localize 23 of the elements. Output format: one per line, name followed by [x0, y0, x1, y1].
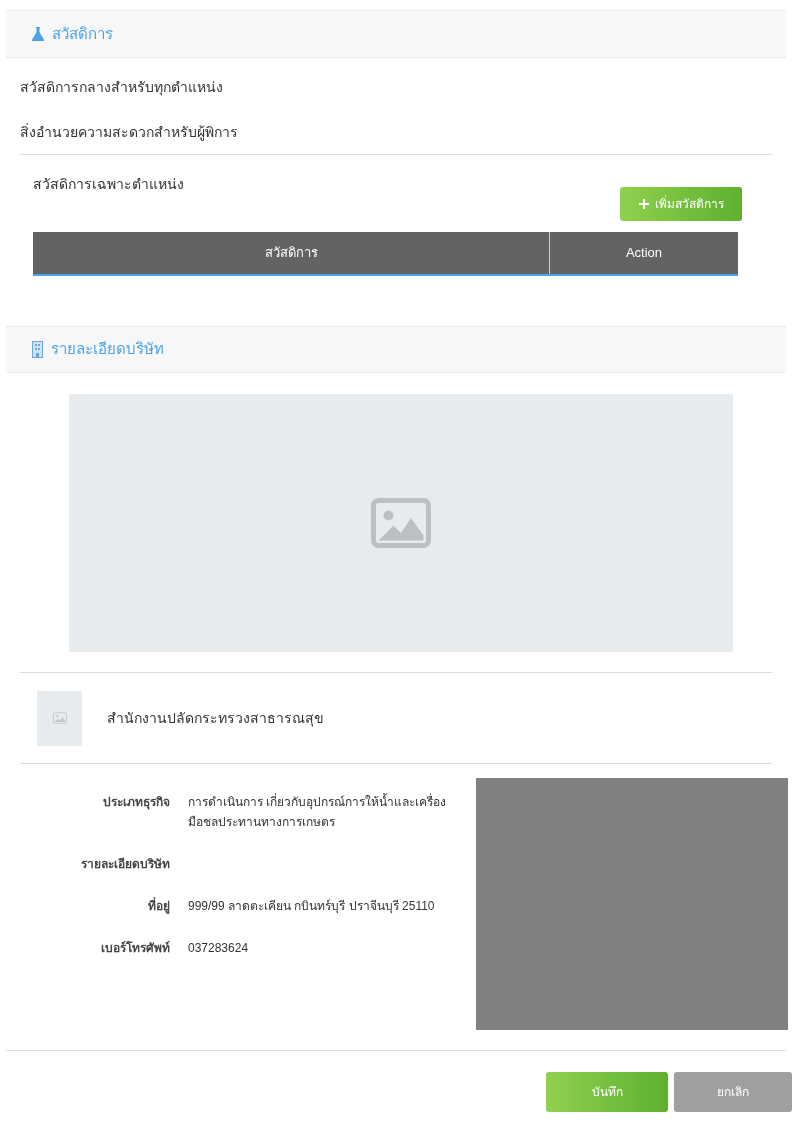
detail-value: การดำเนินการ เกี่ยวกับอุปกรณ์การให้น้ำและเครื่องมือชลประทานทางการเกษตร: [188, 792, 448, 831]
detail-value: 037283624: [188, 940, 250, 957]
section-title: รายละเอียดบริษัท: [51, 339, 164, 360]
benefit-item: สวัสดิการกลางสำหรับทุกตำแหน่ง: [20, 78, 224, 96]
detail-label: เบอร์โทรศัพท์: [100, 940, 170, 957]
building-icon: [32, 341, 43, 358]
cancel-button[interactable]: ยกเลิก: [674, 1072, 792, 1112]
plus-icon: [638, 199, 649, 209]
company-name: สำนักงานปลัดกระทรวงสาธารณสุข: [107, 708, 324, 729]
flask-icon: [32, 27, 44, 41]
detail-label: รายละเอียดบริษัท: [80, 856, 170, 873]
add-benefit-button[interactable]: เพิ่มสวัสดิการ: [620, 187, 742, 221]
image-icon: [371, 495, 431, 551]
detail-value: 999/99 ลาดตะเคียน กบินทร์บุรี ปราจีนบุรี 25110: [188, 898, 436, 916]
image-icon: [52, 712, 67, 724]
benefit-item: สิ่งอำนวยความสะดวกสำหรับผู้พิการ: [20, 123, 239, 141]
section-title: สวัสดิการ: [52, 23, 113, 44]
detail-label: ประเภทธุรกิจ: [102, 794, 170, 812]
detail-label: ที่อยู่: [147, 896, 170, 916]
column-header: สวัสดิการ: [33, 232, 550, 274]
subsection-title: สวัสดิการเฉพาะตำแหน่ง: [33, 175, 185, 193]
save-button[interactable]: บันทึก: [546, 1072, 668, 1112]
column-header: Action: [624, 244, 664, 263]
